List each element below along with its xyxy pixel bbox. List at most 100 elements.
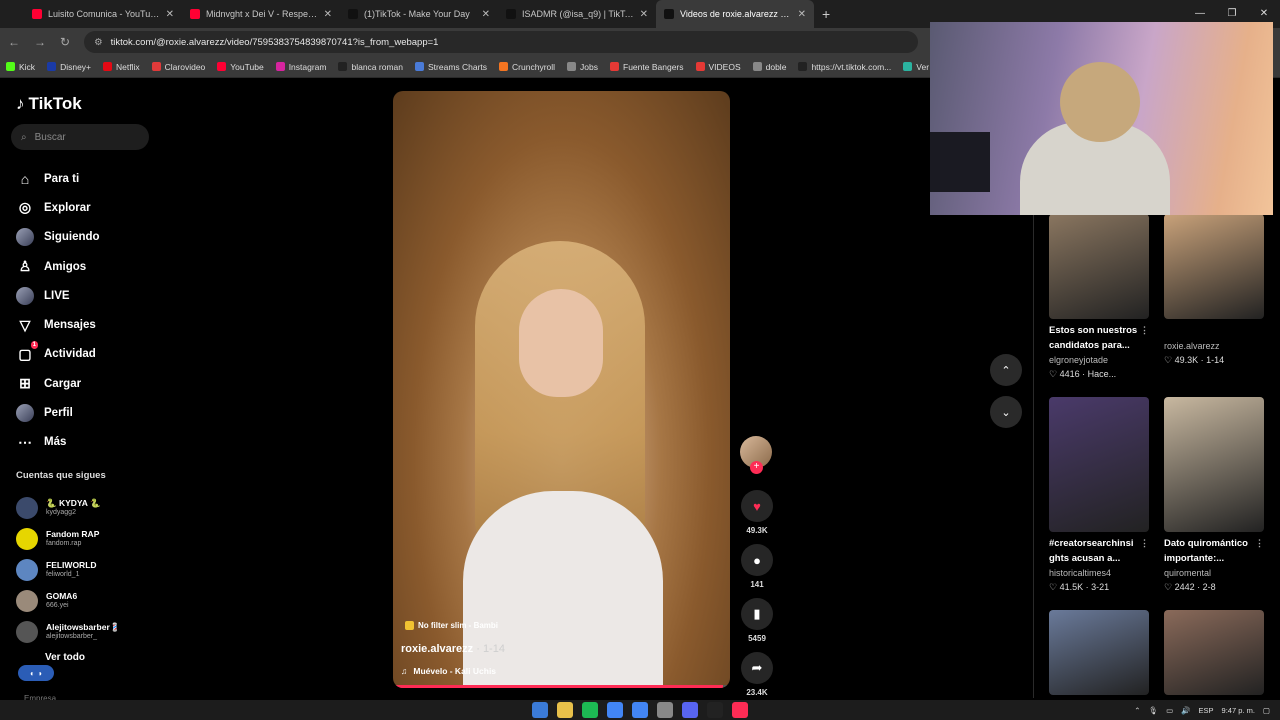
following-item[interactable]: Fandom RAP fandom.rap: [16, 523, 156, 554]
taskbar-app-icon[interactable]: [732, 702, 748, 718]
following-item[interactable]: FELIWORLD feliworld_1: [16, 554, 156, 585]
browser-tab[interactable]: Videos de roxie.alvarezz (@ ✕: [656, 0, 814, 28]
bookmark-item[interactable]: blanca roman: [338, 62, 403, 72]
following-item[interactable]: 🐍 KYDYA 🐍 kydyagg2: [16, 492, 156, 523]
notifications-icon[interactable]: ▢: [1263, 706, 1270, 715]
microphone-icon[interactable]: 🎙: [1149, 706, 1159, 715]
bookmark-icon[interactable]: ▮: [741, 598, 773, 630]
browser-tab[interactable]: Midnvght x Dei V - Respeto x R✕: [182, 0, 340, 28]
more-options-icon[interactable]: ⋮: [1255, 536, 1264, 551]
related-video-card[interactable]: #creatorsearchinsi ghts acusan a... ⋮ histo…: [1049, 397, 1149, 594]
more-options-icon[interactable]: ⋮: [1140, 323, 1149, 338]
following-item[interactable]: Alejitowsbarber💈 alejitowsbarber_: [16, 616, 156, 647]
related-video-title[interactable]: Estos son nuestros candidatos para... ⋮: [1049, 323, 1149, 353]
video-music[interactable]: ♫ Muévelo - Kali Uchis: [401, 666, 496, 676]
nav-item-actividad[interactable]: ▢ 1 Actividad: [16, 340, 156, 369]
taskbar-app-icon[interactable]: [632, 702, 648, 718]
related-video-author[interactable]: roxie.alvarezz: [1164, 339, 1264, 353]
back-icon[interactable]: ←: [8, 35, 20, 49]
language-indicator[interactable]: ESP: [1199, 706, 1214, 715]
related-video-author[interactable]: elgroneyjotade: [1049, 353, 1149, 367]
bookmark-item[interactable]: VIDEOS: [695, 62, 741, 72]
video-thumbnail[interactable]: [1164, 610, 1264, 695]
nav-item-amigos[interactable]: ♙ Amigos: [16, 252, 156, 281]
new-tab-button[interactable]: +: [822, 6, 830, 22]
nav-item-ms[interactable]: ⋯ Más: [16, 428, 156, 457]
browser-tab[interactable]: (1)TikTok - Make Your Day ✕: [340, 0, 498, 28]
taskbar-app-icon[interactable]: [657, 702, 673, 718]
taskbar-app-icon[interactable]: [557, 702, 573, 718]
bookmark-item[interactable]: Instagram: [275, 62, 326, 72]
close-tab-icon[interactable]: ✕: [166, 9, 174, 20]
video-player[interactable]: No filter slim - Bambi roxie.alvarezz · …: [393, 91, 730, 688]
reload-icon[interactable]: ↻: [60, 35, 70, 49]
video-progress-bar[interactable]: [393, 685, 730, 688]
bookmark-item[interactable]: YouTube: [217, 62, 264, 72]
video-thumbnail[interactable]: [1049, 214, 1149, 319]
comment-icon[interactable]: ●: [741, 544, 773, 576]
related-video-title[interactable]: #creatorsearchinsi ghts acusan a... ⋮: [1049, 536, 1149, 566]
forward-icon[interactable]: →: [34, 35, 46, 49]
bookmark-item[interactable]: Crunchyroll: [499, 62, 555, 72]
taskbar-app-icon[interactable]: [707, 702, 723, 718]
video-thumbnail[interactable]: [1049, 397, 1149, 532]
bookmark-item[interactable]: Disney+: [47, 62, 91, 72]
bookmark-item[interactable]: Clarovideo: [151, 62, 205, 72]
heart-icon[interactable]: ♥: [741, 490, 773, 522]
next-video-button[interactable]: ⌄: [990, 396, 1022, 428]
follow-plus-icon[interactable]: +: [750, 461, 763, 474]
creator-avatar[interactable]: +: [740, 436, 772, 474]
close-tab-icon[interactable]: ✕: [798, 9, 806, 20]
bookmark-item[interactable]: Jobs: [567, 62, 598, 72]
close-tab-icon[interactable]: ✕: [640, 9, 648, 20]
bookmark-item[interactable]: https://vt.tiktok.com...: [798, 62, 891, 72]
tray-chevron-icon[interactable]: ⌃: [1134, 706, 1140, 715]
video-author[interactable]: roxie.alvarezz · 1-14: [401, 643, 505, 655]
bookmark-item[interactable]: Netflix: [103, 62, 140, 72]
taskbar-app-icon[interactable]: [607, 702, 623, 718]
video-thumbnail[interactable]: [1049, 610, 1149, 695]
following-item[interactable]: GOMA6 666.yei: [16, 585, 156, 616]
nav-item-siguiendo[interactable]: Siguiendo: [16, 223, 156, 252]
close-tab-icon[interactable]: ✕: [482, 9, 490, 20]
taskbar-app-icon[interactable]: [582, 702, 598, 718]
volume-icon[interactable]: 🔊: [1181, 706, 1190, 715]
close-tab-icon[interactable]: ✕: [324, 9, 332, 20]
browser-tab[interactable]: Luisito Comunica - YouTube ✕: [24, 0, 182, 28]
related-video-card[interactable]: Estos son nuestros candidatos para... ⋮ elg…: [1049, 214, 1149, 381]
related-video-card[interactable]: Dato quiromántico importante:... ⋮ quiromen…: [1164, 397, 1264, 594]
share-icon[interactable]: ➦: [741, 652, 773, 684]
bookmark-item[interactable]: Streams Charts: [415, 62, 487, 72]
nav-item-parati[interactable]: ⌂ Para ti: [16, 164, 156, 193]
video-effect-tag[interactable]: No filter slim - Bambi: [405, 621, 498, 630]
browser-tab[interactable]: ISADMR (@isa_q9) | TikTok ✕: [498, 0, 656, 28]
tiktok-logo[interactable]: ♪ TikTok: [16, 94, 82, 114]
related-video-card[interactable]: roxie.alvarezz ♡ 49.3K · 1-14: [1164, 214, 1264, 367]
bookmark-item[interactable]: doble: [752, 62, 786, 72]
related-video-card[interactable]: [1049, 610, 1149, 695]
network-icon[interactable]: ▭: [1166, 706, 1173, 715]
more-options-icon[interactable]: ⋮: [1140, 536, 1149, 551]
clock[interactable]: 9:47 p. m.: [1222, 706, 1255, 715]
related-video-author[interactable]: historicaltimes4: [1049, 566, 1149, 580]
related-video-title[interactable]: Dato quiromántico importante:... ⋮: [1164, 536, 1264, 566]
search-input[interactable]: ⌕ Buscar: [11, 124, 149, 150]
see-all-link[interactable]: Ver todo: [45, 652, 85, 663]
nav-item-perfil[interactable]: Perfil: [16, 398, 156, 427]
video-thumbnail[interactable]: [1164, 397, 1264, 532]
url-field[interactable]: ⚙ tiktok.com/@roxie.alvarezz/video/75953…: [84, 31, 918, 53]
related-video-card[interactable]: [1164, 610, 1264, 695]
taskbar-app-icon[interactable]: [532, 702, 548, 718]
taskbar-app-icon[interactable]: [682, 702, 698, 718]
nav-item-mensajes[interactable]: ▽ Mensajes: [16, 310, 156, 339]
nav-item-cargar[interactable]: ⊞ Cargar: [16, 369, 156, 398]
site-info-icon[interactable]: ⚙: [94, 37, 103, 48]
related-video-author[interactable]: quiromental: [1164, 566, 1264, 580]
browser-extension-icon[interactable]: ◐ ◑: [18, 665, 54, 681]
nav-item-live[interactable]: LIVE: [16, 281, 156, 310]
bookmark-item[interactable]: Fuente Bangers: [610, 62, 684, 72]
video-thumbnail[interactable]: [1164, 214, 1264, 319]
bookmark-item[interactable]: Kick: [6, 62, 35, 72]
nav-item-explorar[interactable]: ◎ Explorar: [16, 193, 156, 222]
previous-video-button[interactable]: ⌃: [990, 354, 1022, 386]
